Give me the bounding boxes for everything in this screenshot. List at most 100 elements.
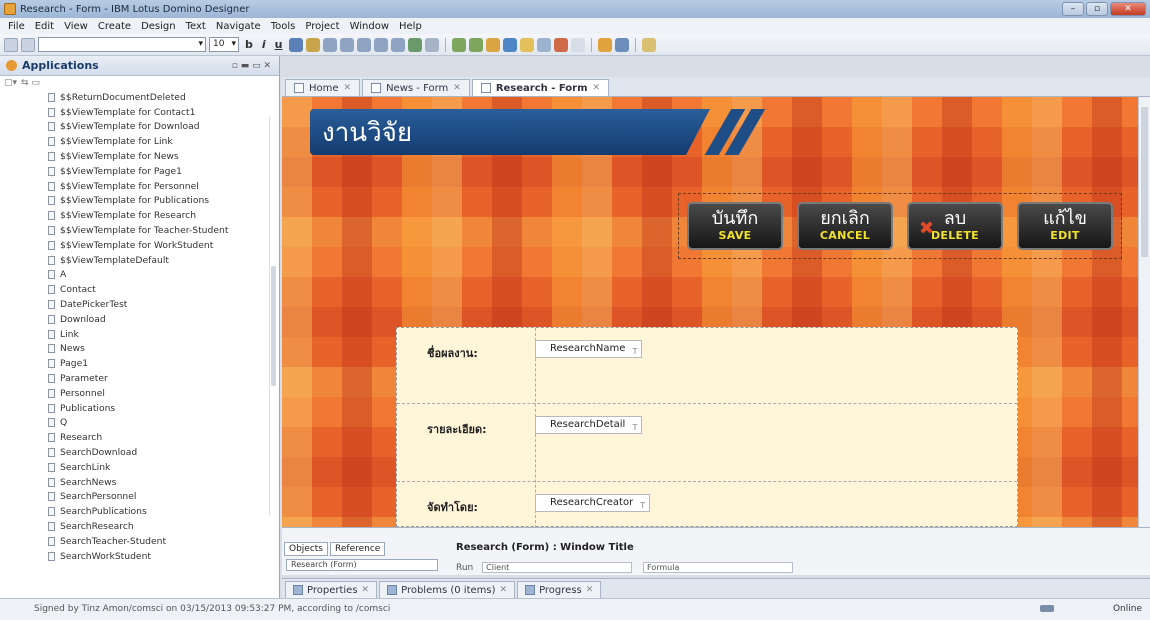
tree-item[interactable]: Contact — [48, 282, 279, 297]
tree-item[interactable]: SearchLink — [48, 460, 279, 475]
close-tab-icon[interactable]: ✕ — [500, 585, 508, 595]
properties-icon[interactable] — [536, 37, 551, 52]
tree-item[interactable]: Publications — [48, 401, 279, 416]
tab-news-form[interactable]: News - Form ✕ — [362, 79, 470, 96]
cancel-button[interactable]: ยกเลิก CANCEL — [797, 202, 893, 250]
tree-item[interactable]: $$ViewTemplate for Contact1 — [48, 105, 279, 120]
research-creator-field[interactable]: ResearchCreator — [535, 494, 651, 514]
delete-button[interactable]: ✖ ลบ DELETE — [907, 202, 1003, 250]
tree-item[interactable]: $$ViewTemplate for Publications — [48, 194, 279, 209]
tree-item[interactable]: Page1 — [48, 356, 279, 371]
close-tab-icon[interactable]: ✕ — [586, 585, 594, 595]
underline-button[interactable]: u — [272, 38, 286, 51]
tree-item[interactable]: SearchDownload — [48, 445, 279, 460]
tab-reference[interactable]: Reference — [330, 542, 386, 556]
tree-item[interactable]: Link — [48, 327, 279, 342]
tree-item[interactable]: $$ViewTemplate for Research — [48, 208, 279, 223]
tab-objects[interactable]: Objects — [284, 542, 329, 556]
tree-item[interactable]: SearchPersonnel — [48, 490, 279, 505]
text-color-icon[interactable] — [288, 37, 303, 52]
formula-select[interactable]: Formula — [643, 562, 794, 573]
objects-tree-item[interactable]: Research (Form) — [286, 559, 438, 571]
tree-item[interactable]: DatePickerTest — [48, 297, 279, 312]
preview-icon[interactable] — [485, 37, 500, 52]
reload-icon[interactable] — [468, 37, 483, 52]
tree-item[interactable]: Personnel — [48, 386, 279, 401]
tree-item[interactable]: $$ViewTemplate for Teacher-Student — [48, 223, 279, 238]
align-center-icon[interactable] — [339, 37, 354, 52]
folder-icon[interactable] — [519, 37, 534, 52]
research-name-field[interactable]: ResearchName — [535, 340, 643, 360]
tree-item[interactable]: $$ViewTemplate for Link — [48, 134, 279, 149]
new-application-icon[interactable]: ▢▾ — [4, 78, 17, 88]
tree-item[interactable]: SearchResearch — [48, 519, 279, 534]
new-icon[interactable] — [4, 37, 18, 52]
outdent-icon[interactable] — [407, 37, 422, 52]
form-design-canvas[interactable]: งานวิจัย บันทึก SAVE ยกเลิก CANCEL ✖ ลบ … — [282, 97, 1138, 527]
menu-navigate[interactable]: Navigate — [211, 21, 266, 32]
refresh-icon[interactable] — [451, 37, 466, 52]
close-tab-icon[interactable]: ✕ — [453, 83, 461, 93]
menu-text[interactable]: Text — [181, 21, 211, 32]
bullets-icon[interactable] — [373, 37, 388, 52]
tree-item[interactable]: $$ViewTemplate for News — [48, 149, 279, 164]
tree-item[interactable]: SearchPublications — [48, 504, 279, 519]
tab-properties[interactable]: Properties ✕ — [285, 581, 378, 598]
globe-icon[interactable] — [614, 37, 629, 52]
close-tab-icon[interactable]: ✕ — [362, 585, 370, 595]
tree-item[interactable]: News — [48, 342, 279, 357]
tree-item[interactable]: SearchWorkStudent — [48, 549, 279, 564]
restore-icon[interactable]: ▫ — [1086, 2, 1108, 16]
font-size-combo[interactable]: 10 — [209, 37, 239, 52]
bold-button[interactable]: b — [242, 38, 256, 51]
menu-file[interactable]: File — [3, 21, 30, 32]
align-right-icon[interactable] — [356, 37, 371, 52]
menu-view[interactable]: View — [59, 21, 93, 32]
indent-icon[interactable] — [424, 37, 439, 52]
run-icon[interactable] — [641, 37, 656, 52]
tree-item[interactable]: $$ViewTemplate for Download — [48, 120, 279, 135]
tree-item[interactable]: $$ViewTemplate for WorkStudent — [48, 238, 279, 253]
tree-item[interactable]: Parameter — [48, 371, 279, 386]
canvas-scrollbar[interactable] — [1138, 97, 1150, 527]
align-left-icon[interactable] — [322, 37, 337, 52]
tree-item[interactable]: Q — [48, 416, 279, 431]
menu-help[interactable]: Help — [394, 21, 427, 32]
tab-progress[interactable]: Progress ✕ — [517, 581, 602, 598]
menu-design[interactable]: Design — [136, 21, 181, 32]
minimize-icon[interactable]: – — [1062, 2, 1084, 16]
browser-icon[interactable] — [502, 37, 517, 52]
tab-problems[interactable]: Problems (0 items) ✕ — [379, 581, 516, 598]
tree-item[interactable]: SearchTeacher-Student — [48, 534, 279, 549]
edit-button[interactable]: แก้ไข EDIT — [1017, 202, 1113, 250]
tree-item[interactable]: $$ViewTemplate for Page1 — [48, 164, 279, 179]
research-detail-field[interactable]: ResearchDetail — [535, 416, 643, 436]
close-icon[interactable]: ✕ — [1110, 2, 1146, 16]
tree-item[interactable]: $$ViewTemplate for Personnel — [48, 179, 279, 194]
tree-item[interactable]: A — [48, 268, 279, 283]
tree-item[interactable]: Download — [48, 312, 279, 327]
italic-button[interactable]: i — [259, 38, 269, 51]
style-icon[interactable] — [21, 37, 35, 52]
online-status[interactable]: Online — [1113, 604, 1142, 614]
font-name-combo[interactable] — [38, 37, 206, 52]
tab-home[interactable]: Home ✕ — [285, 79, 361, 96]
tree-item[interactable]: $$ViewTemplateDefault — [48, 253, 279, 268]
menu-edit[interactable]: Edit — [30, 21, 59, 32]
panel-controls-icon[interactable]: ▫ ▬ ▭ ✕ — [232, 61, 271, 71]
flag-icon[interactable] — [553, 37, 568, 52]
menu-window[interactable]: Window — [345, 21, 394, 32]
tree-item[interactable]: $$ReturnDocumentDeleted — [48, 90, 279, 105]
numbering-icon[interactable] — [390, 37, 405, 52]
menu-tools[interactable]: Tools — [266, 21, 301, 32]
filter-icon[interactable]: ⇆ ▭ — [21, 78, 40, 88]
tree-item[interactable]: SearchNews — [48, 475, 279, 490]
close-tab-icon[interactable]: ✕ — [344, 83, 352, 93]
close-tab-icon[interactable]: ✕ — [593, 83, 601, 93]
run-client-select[interactable]: Client — [482, 562, 633, 573]
tree-item[interactable]: Research — [48, 430, 279, 445]
agent-icon[interactable] — [597, 37, 612, 52]
applications-scrollbar[interactable] — [269, 116, 277, 516]
highlight-icon[interactable] — [305, 37, 320, 52]
save-button[interactable]: บันทึก SAVE — [687, 202, 783, 250]
